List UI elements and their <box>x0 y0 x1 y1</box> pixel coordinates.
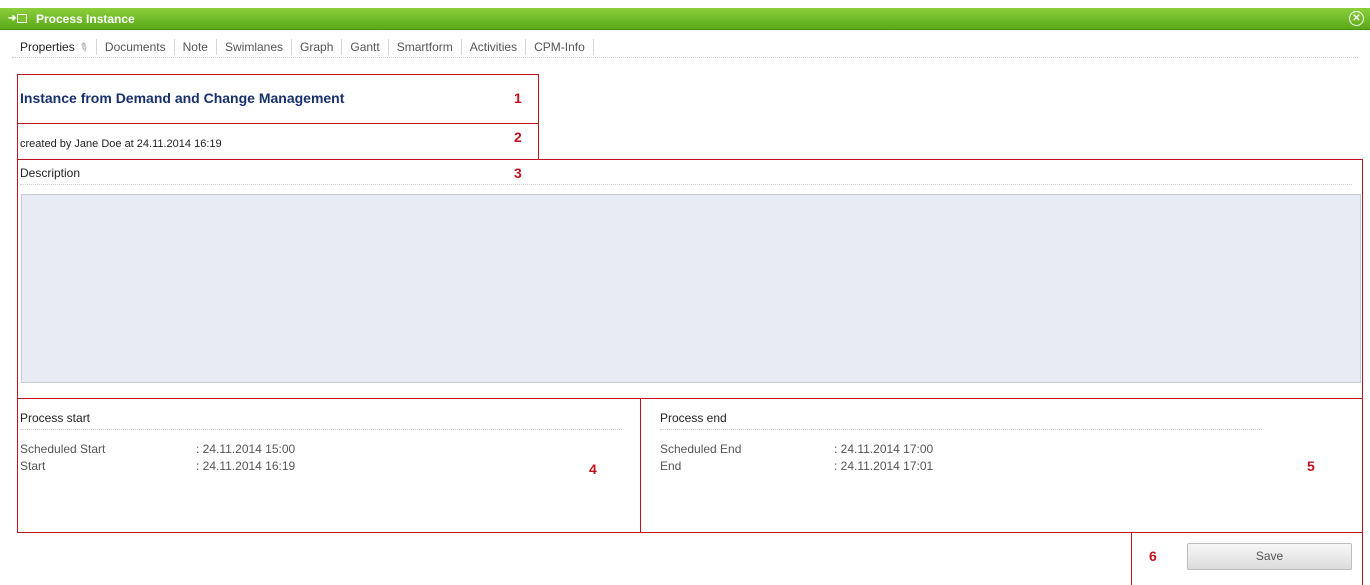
tab-label: Properties <box>20 39 75 54</box>
tab-gantt[interactable]: Gantt <box>342 38 389 55</box>
tab-label: Smartform <box>396 39 453 54</box>
instance-title: Instance from Demand and Change Manageme… <box>20 90 345 106</box>
process-start-heading: Process start <box>20 411 91 425</box>
tab-cpm-info[interactable]: CPM-Info <box>526 38 594 55</box>
tab-documents[interactable]: Documents <box>97 38 175 55</box>
tab-bar: Properties ✎ Documents Note Swimlanes Gra… <box>12 36 1358 58</box>
end-value: : 24.11.2014 17:01 <box>834 459 934 473</box>
annotation-box-process-start <box>17 398 641 533</box>
created-info: created by Jane Doe at 24.11.2014 16:19 <box>20 138 222 150</box>
annotation-number-4: 4 <box>589 461 597 477</box>
tab-label: Graph <box>300 39 334 54</box>
scheduled-start-label: Scheduled Start <box>20 442 106 456</box>
annotation-number-2: 2 <box>514 129 522 145</box>
tab-note[interactable]: Note <box>175 38 217 55</box>
tab-swimlanes[interactable]: Swimlanes <box>217 38 293 55</box>
save-button[interactable]: Save <box>1187 543 1352 570</box>
tab-label: CPM-Info <box>534 39 585 54</box>
window-title: Process Instance <box>36 11 135 26</box>
close-icon[interactable]: ✕ <box>1349 11 1364 26</box>
annotation-number-1: 1 <box>514 90 522 106</box>
scheduled-end-value: : 24.11.2014 17:00 <box>834 442 934 456</box>
window-titlebar: ➜ Process Instance ✕ <box>0 8 1370 30</box>
tab-label: Note <box>182 39 208 54</box>
process-end-heading: Process end <box>660 411 727 425</box>
tab-smartform[interactable]: Smartform <box>389 38 462 55</box>
description-textarea[interactable] <box>21 194 1361 383</box>
annotation-number-5: 5 <box>1307 458 1315 474</box>
tab-label: Activities <box>469 39 518 54</box>
tab-activities[interactable]: Activities <box>462 38 527 55</box>
tab-label: Documents <box>104 39 166 54</box>
description-divider <box>20 184 1352 185</box>
start-value: : 24.11.2014 16:19 <box>196 459 296 473</box>
tab-properties[interactable]: Properties ✎ <box>12 38 97 56</box>
annotation-number-3: 3 <box>514 165 522 181</box>
pin-icon[interactable]: ✎ <box>75 38 91 56</box>
scheduled-end-label: Scheduled End <box>660 442 742 456</box>
annotation-box-process-end <box>640 398 1363 533</box>
tab-label: Gantt <box>350 39 380 54</box>
end-label: End <box>660 459 682 473</box>
description-label: Description <box>20 166 81 180</box>
scheduled-start-value: : 24.11.2014 15:00 <box>196 442 296 456</box>
process-instance-icon: ➜ <box>8 13 28 25</box>
process-end-divider <box>660 429 1262 430</box>
annotation-number-6: 6 <box>1149 548 1157 564</box>
process-start-divider <box>20 429 622 430</box>
tab-graph[interactable]: Graph <box>292 38 343 55</box>
start-label: Start <box>20 459 46 473</box>
tab-label: Swimlanes <box>224 39 284 54</box>
